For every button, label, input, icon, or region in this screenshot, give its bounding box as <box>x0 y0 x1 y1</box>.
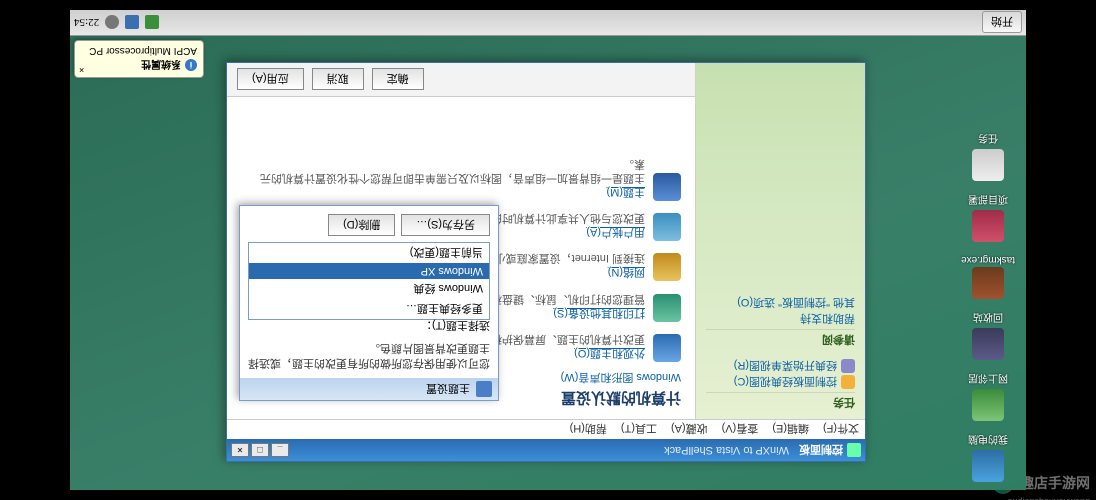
gear-icon <box>841 375 855 389</box>
start-button[interactable]: 开始 <box>982 12 1022 34</box>
menu-fav[interactable]: 收藏(A) <box>671 422 708 438</box>
dialog-buttons: 确定 取消 应用(A) <box>227 63 695 97</box>
sidebar-link-other[interactable]: 其他 "控制面板" 选项(O) <box>706 295 855 311</box>
ok-button[interactable]: 确定 <box>372 69 424 91</box>
control-panel-window: 控制面板 WinXP to Vista ShellPack _ □ × 文件(F… <box>226 62 866 462</box>
network-tray-icon[interactable] <box>125 16 139 30</box>
menu-view[interactable]: 查看(V) <box>722 422 759 438</box>
desktop-icon-label: 网上邻居 <box>968 372 1008 387</box>
category-themes[interactable]: 主题(M)主题是一组背景加一组声音，图标以及只需单击即可帮您个性化设置计算机的元… <box>241 156 681 201</box>
desktop-icon-label: 任务 <box>978 132 998 147</box>
menu-help[interactable]: 帮助(H) <box>570 422 607 438</box>
desktop-icons: 我的电脑 网上邻居 回收站 taskmgr.exe 项目部署 任务 <box>956 132 1020 482</box>
dropdown-option[interactable]: 当前主题(更改) <box>249 243 489 263</box>
save-as-button[interactable]: 另存为(S)… <box>401 214 490 236</box>
popup-title: 主题设置 <box>426 381 470 397</box>
site-name: 趣店手游网 <box>1020 473 1090 493</box>
minimize-button[interactable]: _ <box>271 443 289 457</box>
dropdown-option[interactable]: Windows 经典 <box>249 279 489 299</box>
sidebar-link-help[interactable]: 帮助和支持 <box>706 311 855 327</box>
window-titlebar[interactable]: 控制面板 WinXP to Vista ShellPack _ □ × <box>227 439 865 461</box>
sidebar-link-label: 帮助和支持 <box>800 311 855 327</box>
window-icon <box>847 443 861 457</box>
desktop-icon-computer[interactable]: 我的电脑 <box>956 433 1020 482</box>
desktop-icon-label: 回收站 <box>973 311 1003 326</box>
info-icon: i <box>185 60 197 72</box>
popup-text: 您可以使用保存您所做的所有更改的主题，或选择主题更改背景图片颜色。 <box>248 340 490 370</box>
theme-icon <box>653 173 681 201</box>
desktop-icon-recycle[interactable]: 回收站 <box>956 311 1020 360</box>
menu-tools[interactable]: 工具(T) <box>621 422 657 438</box>
close-button[interactable]: × <box>231 443 249 457</box>
sidebar: 任务 控制面板经典视图(C) 经典开始菜单视图(R) 请参阅 帮助和支持 其他 … <box>695 63 865 419</box>
theme-icon <box>476 381 492 397</box>
desktop-icon-task[interactable]: 任务 <box>956 132 1020 181</box>
delete-button[interactable]: 删除(D) <box>328 214 395 236</box>
window-title-suffix: WinXP to Vista ShellPack <box>664 444 789 456</box>
sidebar-heading-2: 请参阅 <box>706 329 855 348</box>
computer-icon <box>972 450 1004 482</box>
balloon-title: 系统属性 <box>141 58 181 73</box>
tray-balloon: × i 系统属性 ACPI Multiprocessor PC <box>74 40 204 78</box>
network-icon <box>972 389 1004 421</box>
user-icon <box>653 213 681 241</box>
rotated-desktop: 我的电脑 网上邻居 回收站 taskmgr.exe 项目部署 任务 控制面板 W… <box>70 10 1026 490</box>
taskbar: 开始 22:54 <box>70 10 1026 36</box>
shield-icon[interactable] <box>145 16 159 30</box>
desktop-icon-label: 我的电脑 <box>968 433 1008 448</box>
volume-icon[interactable] <box>105 16 119 30</box>
site-url: oudianshouyouwang <box>1007 496 1090 500</box>
maximize-button[interactable]: □ <box>251 443 269 457</box>
system-tray: 22:54 <box>74 16 159 30</box>
apply-button[interactable]: 应用(A) <box>237 69 304 91</box>
folder-icon <box>972 210 1004 242</box>
recycle-icon <box>972 328 1004 360</box>
desktop-icon-label: taskmgr.exe <box>961 254 1015 265</box>
menu-bar: 文件(F) 编辑(E) 查看(V) 收藏(A) 工具(T) 帮助(H) <box>227 419 865 439</box>
popup-header[interactable]: 主题设置 <box>240 378 498 400</box>
desktop-icon-label: 项目部署 <box>968 193 1008 208</box>
menu-edit[interactable]: 编辑(E) <box>772 422 809 438</box>
menu-file[interactable]: 文件(F) <box>823 422 859 438</box>
sidebar-link-classic-start[interactable]: 经典开始菜单视图(R) <box>706 358 855 374</box>
clock[interactable]: 22:54 <box>74 17 99 29</box>
popup-label: 选择主题(T)： <box>248 318 490 334</box>
window-title: 控制面板 <box>799 442 843 458</box>
sidebar-link-label: 其他 "控制面板" 选项(O) <box>737 295 855 311</box>
category-title: 主题(M) <box>241 185 645 201</box>
desktop: 我的电脑 网上邻居 回收站 taskmgr.exe 项目部署 任务 控制面板 W… <box>70 10 1026 490</box>
dropdown-option[interactable]: 更多经典主题… <box>249 299 489 319</box>
sidebar-link-label: 控制面板经典视图(C) <box>734 374 837 390</box>
dropdown-option-selected[interactable]: Windows XP <box>249 263 489 279</box>
theme-popup: 主题设置 您可以使用保存您所做的所有更改的主题，或选择主题更改背景图片颜色。 选… <box>239 205 499 401</box>
sidebar-heading-1: 任务 <box>706 392 855 411</box>
start-icon <box>841 359 855 373</box>
task-icon <box>972 149 1004 181</box>
cancel-button[interactable]: 取消 <box>312 69 364 91</box>
balloon-close[interactable]: × <box>79 65 84 75</box>
balloon-message: ACPI Multiprocessor PC <box>81 45 197 56</box>
exe-icon <box>972 267 1004 299</box>
printer-icon <box>653 294 681 322</box>
desktop-icon-folder[interactable]: 项目部署 <box>956 193 1020 242</box>
sidebar-link-label: 经典开始菜单视图(R) <box>734 358 837 374</box>
desktop-icon-taskmgr[interactable]: taskmgr.exe <box>956 254 1020 299</box>
appearance-icon <box>653 334 681 362</box>
theme-dropdown[interactable]: 更多经典主题… Windows 经典 Windows XP 当前主题(更改) <box>248 242 490 320</box>
desktop-icon-network[interactable]: 网上邻居 <box>956 372 1020 421</box>
sidebar-link-classic-view[interactable]: 控制面板经典视图(C) <box>706 374 855 390</box>
category-desc: 主题是一组背景加一组声音，图标以及只需单击即可帮您个性化设置计算机的元素。 <box>241 156 645 185</box>
network-icon <box>653 253 681 281</box>
